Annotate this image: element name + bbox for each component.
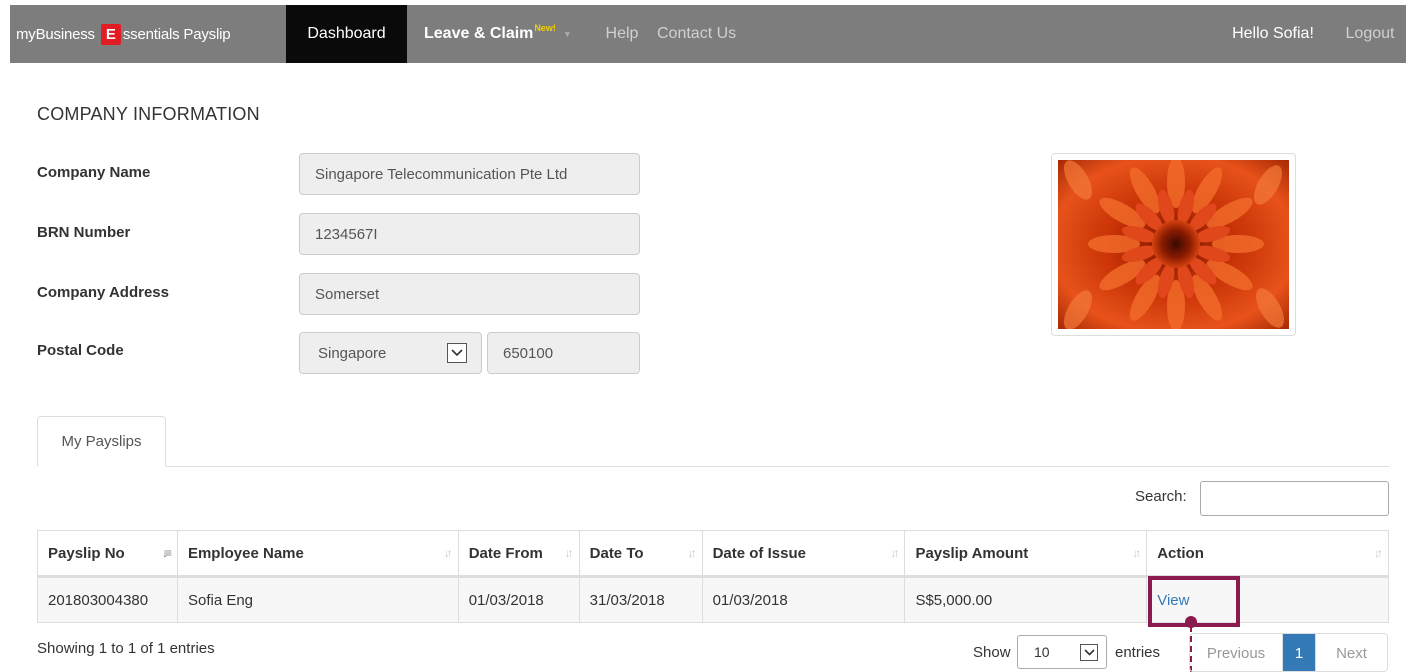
nav-contact-label: Contact Us — [657, 25, 737, 42]
pagination-next[interactable]: Next — [1315, 634, 1387, 671]
user-greeting[interactable]: Hello Sofia! — [1212, 5, 1334, 63]
company-address-value: Somerset — [315, 285, 380, 303]
brn-number-label: BRN Number — [37, 224, 131, 241]
cell-payslip-no: 201803004380 — [37, 576, 178, 623]
payslips-table: Payslip No ↓≡ Employee Name ↓↑ Date From… — [37, 530, 1389, 623]
chrysanthemum-photo-icon — [1058, 160, 1289, 329]
cell-date-from: 01/03/2018 — [457, 576, 580, 623]
col-payslip-amount-label: Payslip Amount — [915, 544, 1029, 562]
brand-logo[interactable]: myBusiness E ssentials Payslip — [10, 5, 286, 63]
nav-dashboard-label: Dashboard — [307, 25, 386, 42]
nav-help-label: Help — [605, 25, 639, 42]
brand-e-icon: E — [100, 23, 121, 45]
company-address-field[interactable]: Somerset — [299, 273, 640, 315]
user-greeting-label: Hello Sofia! — [1232, 25, 1314, 42]
entries-info: Showing 1 to 1 of 1 entries — [37, 640, 215, 657]
col-date-from-label: Date From — [468, 544, 543, 562]
sort-icon: ↓↑ — [564, 546, 574, 560]
page-size-select[interactable]: 10 — [1017, 635, 1107, 669]
search-label: Search: — [1135, 488, 1187, 505]
tab-divider — [37, 466, 1389, 467]
tab-my-payslips[interactable]: My Payslips — [37, 416, 166, 467]
postal-code-field[interactable]: 650100 — [487, 332, 640, 374]
logout-label: Logout — [1345, 25, 1395, 42]
sort-icon: ↓↑ — [1374, 546, 1383, 560]
col-date-from[interactable]: Date From ↓↑ — [457, 530, 580, 578]
cell-employee-name: Sofia Eng — [176, 576, 459, 623]
brn-number-value: 1234567I — [315, 225, 378, 243]
col-date-of-issue[interactable]: Date of Issue ↓↑ — [701, 530, 906, 578]
cell-date-to: 31/03/2018 — [578, 576, 703, 623]
company-address-label: Company Address — [37, 284, 169, 301]
search-input[interactable] — [1200, 481, 1389, 516]
sort-desc-icon: ↓≡ — [161, 546, 172, 560]
top-navbar: myBusiness E ssentials Payslip Dashboard… — [10, 5, 1406, 63]
postal-code-value: 650100 — [503, 344, 554, 362]
brand-prefix: myBusiness — [16, 25, 95, 43]
col-employee-name-label: Employee Name — [187, 544, 304, 562]
pagination-page-label: 1 — [1294, 645, 1304, 662]
sort-icon: ↓↑ — [687, 546, 697, 560]
cell-amount: S$5,000.00 — [904, 576, 1148, 623]
brn-number-field[interactable]: 1234567I — [299, 213, 640, 255]
new-badge: New! — [534, 23, 556, 33]
logout-link[interactable]: Logout — [1334, 5, 1406, 63]
pagination-page-1[interactable]: 1 — [1283, 634, 1315, 671]
col-action[interactable]: Action ↓↑ — [1146, 530, 1389, 578]
col-date-to-label: Date To — [589, 544, 644, 562]
sort-icon: ↓↑ — [443, 546, 453, 560]
cell-date-of-issue: 01/03/2018 — [701, 576, 906, 623]
company-name-value: Singapore Telecommunication Pte Ltd — [315, 165, 568, 183]
company-name-field[interactable]: Singapore Telecommunication Pte Ltd — [299, 153, 640, 195]
country-select-value: Singapore — [318, 344, 387, 362]
table-header-row: Payslip No ↓≡ Employee Name ↓↑ Date From… — [37, 530, 1389, 578]
col-date-of-issue-label: Date of Issue — [712, 544, 806, 562]
caret-down-icon: ▼ — [562, 29, 572, 39]
chevron-down-icon — [1080, 644, 1098, 661]
show-label: Show — [973, 644, 1011, 661]
nav-leave-label: Leave & Claim — [424, 25, 534, 42]
nav-dashboard[interactable]: Dashboard — [286, 5, 407, 63]
col-date-to[interactable]: Date To ↓↑ — [578, 530, 703, 578]
company-name-label: Company Name — [37, 164, 151, 181]
pagination-next-label: Next — [1336, 645, 1367, 662]
brand-suffix: ssentials Payslip — [122, 25, 231, 43]
page-title: COMPANY INFORMATION — [37, 104, 260, 124]
sort-icon: ↓↑ — [890, 546, 899, 560]
view-payslip-link[interactable]: View — [1157, 592, 1189, 609]
nav-leave-claim-dropdown[interactable]: Leave & Claim New! ▼ — [407, 5, 587, 63]
country-select[interactable]: Singapore — [299, 332, 482, 374]
pagination-previous[interactable]: Previous — [1190, 634, 1283, 671]
cell-action: View — [1146, 576, 1389, 623]
entries-label: entries — [1115, 644, 1161, 661]
pagination: Previous 1 Next — [1189, 633, 1388, 672]
company-logo — [1051, 153, 1296, 336]
col-action-label: Action — [1157, 544, 1204, 562]
nav-help[interactable]: Help — [587, 5, 657, 63]
col-payslip-no-label: Payslip No — [48, 544, 125, 562]
chevron-down-icon — [447, 343, 467, 363]
page-size-value: 10 — [1034, 644, 1050, 660]
col-employee-name[interactable]: Employee Name ↓↑ — [176, 530, 459, 578]
col-payslip-no[interactable]: Payslip No ↓≡ — [37, 530, 178, 578]
nav-contact-us[interactable]: Contact Us — [657, 5, 736, 63]
postal-code-label: Postal Code — [37, 342, 124, 359]
sort-icon: ↓↑ — [1132, 546, 1141, 560]
tab-my-payslips-label: My Payslips — [61, 433, 142, 450]
pagination-previous-label: Previous — [1206, 645, 1266, 662]
col-payslip-amount[interactable]: Payslip Amount ↓↑ — [904, 530, 1148, 578]
table-row: 201803004380 Sofia Eng 01/03/2018 31/03/… — [37, 576, 1389, 623]
